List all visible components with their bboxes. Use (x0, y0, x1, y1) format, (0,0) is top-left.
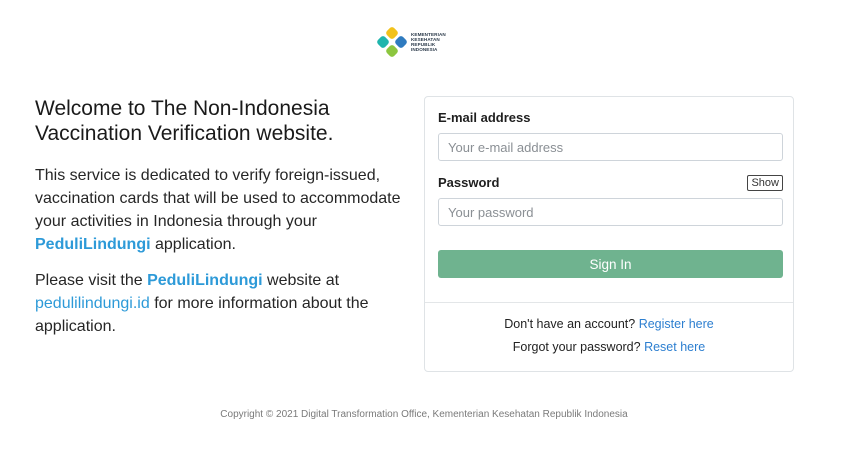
pedulilindungi-brand-2: PeduliLindungi (147, 272, 263, 289)
welcome-heading: Welcome to The Non-Indonesia Vaccination… (35, 97, 334, 145)
email-input[interactable] (438, 133, 783, 161)
password-label: Password (438, 175, 500, 190)
reset-link[interactable]: Reset here (644, 340, 705, 354)
password-input[interactable] (438, 198, 783, 226)
pedulilindungi-brand: PeduliLindungi (35, 236, 151, 253)
card-divider (425, 302, 793, 303)
logo-wordmark: KEMENTERIAN KESEHATAN REPUBLIK INDONESIA (411, 32, 446, 52)
register-link[interactable]: Register here (639, 317, 714, 331)
visit-website-text: Please visit the PeduliLindungi website … (35, 272, 369, 335)
forgot-password-text: Forgot your password? (512, 340, 641, 354)
service-description: This service is dedicated to verify fore… (35, 167, 401, 253)
pedulilindungi-link[interactable]: pedulilindungi.id (35, 295, 150, 312)
footer-copyright: Copyright © 2021 Digital Transformation … (220, 409, 628, 420)
sign-in-button[interactable]: Sign In (438, 250, 783, 278)
email-label: E-mail address (438, 110, 531, 125)
intro-section: Welcome to The Non-Indonesia Vaccination… (35, 96, 410, 338)
no-account-text: Don't have an account? (504, 317, 636, 331)
reset-row: Forgot your password? Reset here (425, 340, 793, 354)
ministry-logo-icon (377, 27, 407, 57)
ministry-logo: KEMENTERIAN KESEHATAN REPUBLIK INDONESIA (377, 27, 451, 57)
register-row: Don't have an account? Register here (425, 317, 793, 331)
signin-card: E-mail address Password Show Sign In Don… (424, 96, 794, 372)
show-password-button[interactable]: Show (747, 175, 783, 191)
